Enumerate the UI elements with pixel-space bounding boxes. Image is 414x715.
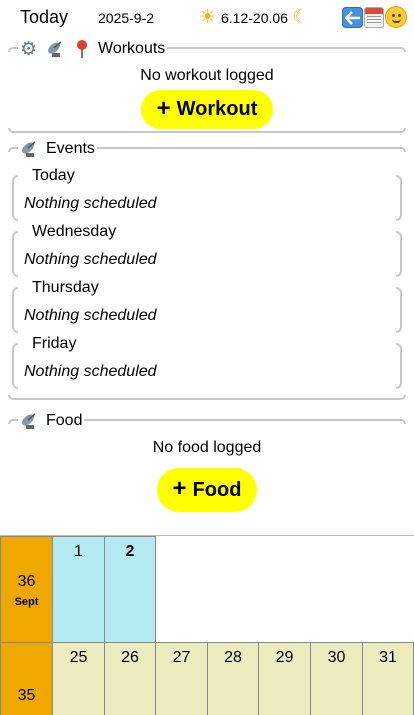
workouts-section-header: ⚙ Workouts [8,38,406,60]
day-number: 31 [379,649,397,666]
day-number: 25 [69,649,88,666]
week-number: 35 [17,687,36,704]
current-date[interactable]: 2025-9-2 [98,10,154,26]
week-number-cell[interactable]: 35 [0,642,53,715]
calendar-day[interactable]: 29 [258,642,311,715]
event-day-text: Nothing scheduled [24,307,157,324]
day-number: 2 [125,543,135,560]
plus-icon: + [172,475,187,502]
plus-icon: + [156,94,171,122]
crescent-moon-icon: ☾ [292,6,310,28]
event-day-card[interactable]: Friday Nothing scheduled [12,335,402,389]
month-calendar: 36 Sept 1 2 35 25 26 27 28 29 30 31 [0,535,414,715]
top-bar: Today 2025-9-2 ☀ 6.12-20.06 ☾ [0,0,414,36]
gear-icon[interactable]: ⚙ [20,39,40,59]
calendar-day[interactable]: 26 [104,642,156,715]
calendar-icon[interactable] [364,7,384,28]
smiley-face-icon[interactable] [385,6,407,28]
add-workout-button[interactable]: + Workout [141,90,273,129]
food-title: Food [46,412,83,429]
event-day-card[interactable]: Thursday Nothing scheduled [12,279,402,333]
day-number: 27 [172,649,191,666]
workouts-section-bottom [8,128,406,133]
satellite-dish-icon[interactable] [20,411,40,431]
event-day-label: Friday [32,335,77,352]
workouts-title: Workouts [98,40,166,57]
day-number: 30 [327,649,346,666]
food-empty-text: No food logged [152,439,262,456]
event-day-card[interactable]: Today Nothing scheduled [12,167,402,221]
add-workout-label: Workout [176,98,258,120]
calendar-day[interactable]: 25 [52,642,105,715]
event-day-text: Nothing scheduled [24,251,157,268]
event-day-card[interactable]: Wednesday Nothing scheduled [12,223,402,277]
calendar-day-today[interactable]: 2 [104,536,156,643]
sun-icon: ☀ [199,6,217,28]
food-section-header: Food [8,410,406,432]
week-number-cell[interactable]: 36 Sept [0,536,53,643]
month-label: Sept [14,596,39,608]
page-title: Today [20,7,69,27]
week-number: 36 [17,573,36,590]
event-day-text: Nothing scheduled [24,195,157,212]
day-number: 1 [74,543,83,560]
calendar-day[interactable]: 28 [207,642,259,715]
event-day-text: Nothing scheduled [24,363,157,380]
add-food-label: Food [192,478,242,501]
satellite-dish-icon[interactable] [46,39,66,59]
event-day-label: Thursday [32,279,99,296]
event-day-label: Wednesday [32,223,117,240]
daylight-hours: 6.12-20.06 [221,10,288,26]
events-section-header: Events [8,138,406,160]
events-title: Events [46,140,95,157]
calendar-day[interactable]: 30 [310,642,363,715]
day-number: 28 [224,649,242,666]
day-number: 29 [275,649,294,666]
day-number: 26 [121,649,139,666]
calendar-day[interactable]: 27 [155,642,208,715]
pin-icon[interactable] [72,39,92,59]
add-food-button[interactable]: + Food [157,468,257,512]
calendar-day[interactable]: 31 [362,642,414,715]
satellite-dish-icon[interactable] [20,139,40,159]
events-section-bottom [8,395,406,400]
back-arrow-icon[interactable] [342,7,363,28]
workouts-empty-text: No workout logged [140,67,274,84]
calendar-day[interactable]: 1 [52,536,105,643]
event-day-label: Today [32,167,75,184]
